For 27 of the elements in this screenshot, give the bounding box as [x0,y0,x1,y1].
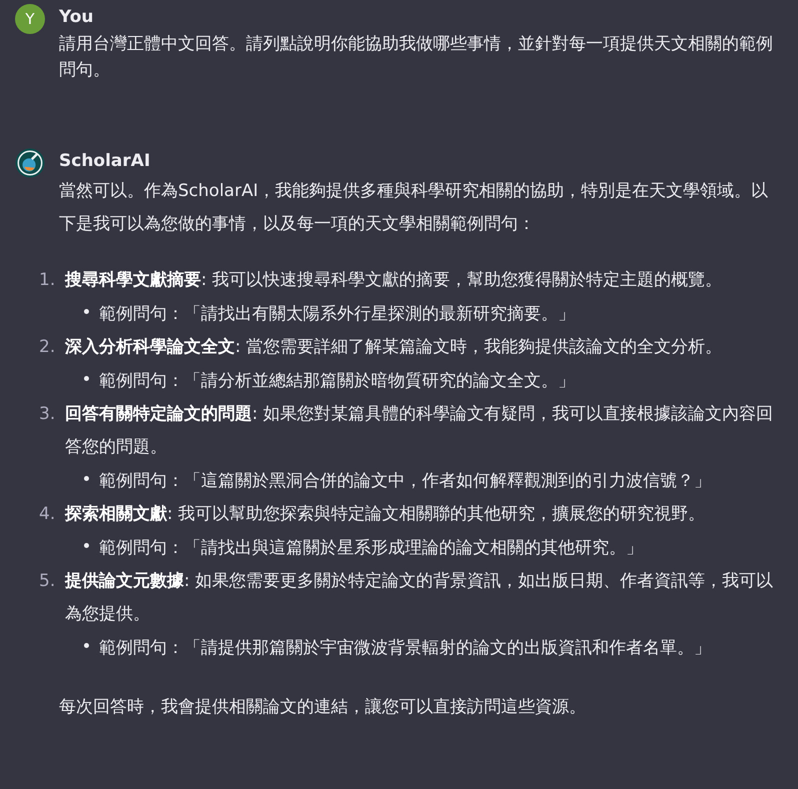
list-item-text: 提供論文元數據: 如果您需要更多關於特定論文的背景資訊，如出版日期、作者資訊等，我可以為您提供。 [65,570,774,626]
list-item-text: 深入分析科學論文全文: 當您需要詳細了解某篇論文時，我能夠提供該論文的全文分析。 [65,336,722,359]
flask-icon [15,148,45,178]
bullet-icon [84,642,89,648]
list-number: 3. [39,403,56,426]
user-avatar: Y [15,4,45,34]
bullet-icon [84,476,89,480]
example-question: 範例問句：「這篇關於黑洞合併的論文中，作者如何解釋觀測到的引力波信號？」 [99,470,711,493]
bullet-icon [84,376,89,380]
message-text: 當然可以。作為ScholarAI，我能夠提供多種與科學研究相關的協助，特別是在天文學領域。以下是我可以為您做的事情，以及每一項的天文學相關範例問句： [59,180,770,236]
example-question: 範例問句：「請找出與這篇關於星系形成理論的論文相關的其他研究。」 [99,537,643,560]
list-number: 2. [39,336,56,359]
example-question: 範例問句：「請提供那篇關於宇宙微波背景輻射的論文的出版資訊和作者名單。」 [99,637,711,660]
message-text: 每次回答時，我會提供相關論文的連結，讓您可以直接訪問這些資源。 [59,696,587,719]
list-number: 1. [39,269,56,292]
list-number: 4. [39,503,56,526]
list-item-text: 搜尋科學文獻摘要: 我可以快速搜尋科學文獻的摘要，幫助您獲得關於特定主題的概覽。 [65,269,722,292]
example-question: 範例問句：「請分析並總結那篇關於暗物質研究的論文全文。」 [99,370,575,393]
bullet-icon [84,542,89,548]
list-item-text: 回答有關特定論文的問題: 如果您對某篇具體的科學論文有疑問，我可以直接根據該論文內容回答您的問題。 [65,403,774,459]
message-text: 請用台灣正體中文回答。請列點說明你能協助我做哪些事情，並針對每一項提供天文相關的範例問句。 [59,33,774,82]
list-item-text: 探索相關文獻: 我可以幫助您探索與特定論文相關聯的其他研究，擴展您的研究視野。 [65,503,706,526]
author-name: You [59,6,95,29]
author-name: ScholarAI [59,150,152,173]
list-number: 5. [39,570,56,593]
bullet-icon [84,308,89,314]
example-question: 範例問句：「請找出有關太陽系外行星探測的最新研究摘要。」 [99,303,575,326]
